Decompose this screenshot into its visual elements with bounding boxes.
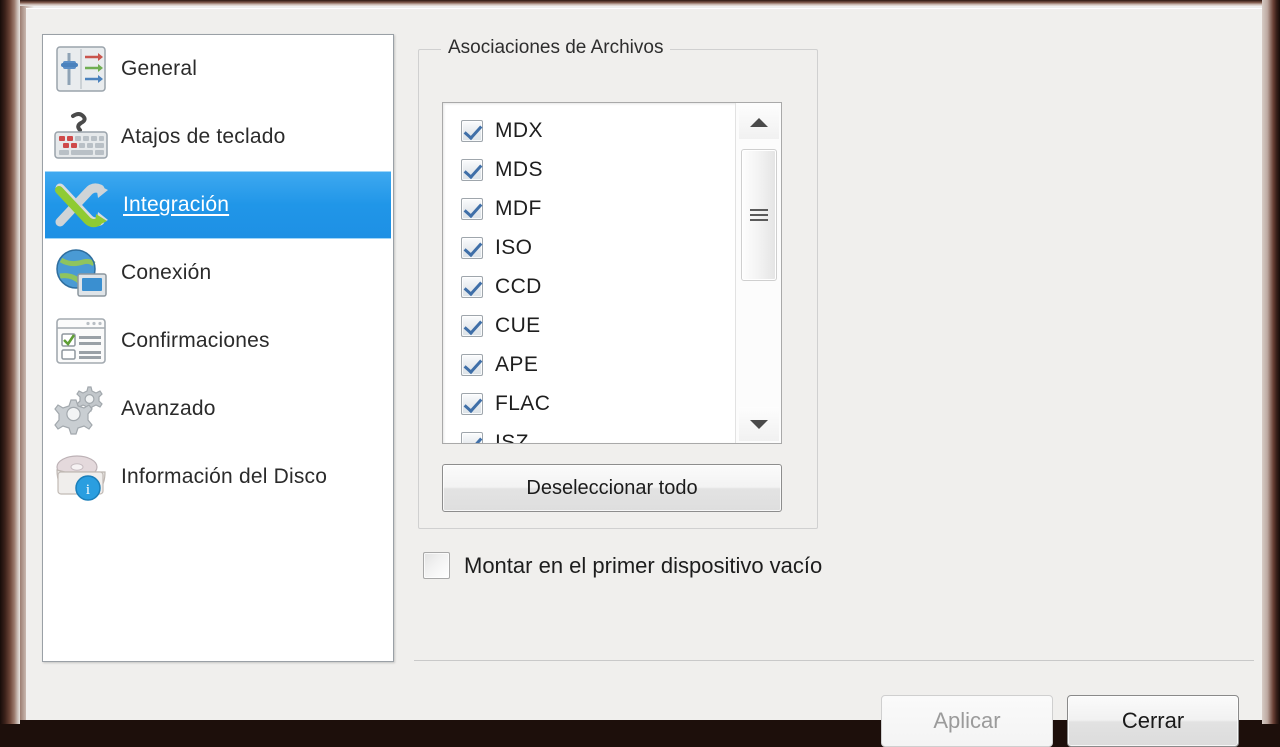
list-item[interactable]: MDX (443, 111, 735, 150)
sidebar-item-integracion[interactable]: Integración (45, 171, 391, 239)
mount-first-empty-label: Montar en el primer dispositivo vacío (450, 553, 822, 579)
checkbox-iso[interactable] (461, 237, 483, 259)
list-item-label: MDF (483, 197, 542, 221)
mount-first-empty-checkbox[interactable] (423, 552, 450, 579)
window-frame-left-border (0, 0, 20, 724)
file-associations-list[interactable]: MDX MDS MDF ISO CCD (442, 102, 782, 444)
list-item[interactable]: MDS (443, 150, 735, 189)
checkbox-cue[interactable] (461, 315, 483, 337)
grip-lines-icon (750, 209, 768, 221)
list-item-label: CUE (483, 314, 541, 338)
list-item-label: APE (483, 353, 538, 377)
list-item[interactable]: ISO (443, 228, 735, 267)
close-button[interactable]: Cerrar (1067, 695, 1239, 747)
sidebar-item-informacion-del-disco[interactable]: i Información del Disco (43, 443, 393, 511)
sidebar-item-label: Avanzado (111, 397, 216, 421)
window-frame-right-border (1262, 0, 1280, 724)
list-item[interactable]: MDF (443, 189, 735, 228)
checkbox-mds[interactable] (461, 159, 483, 181)
sidebar-item-avanzado[interactable]: Avanzado (43, 375, 393, 443)
sidebar-item-label: Confirmaciones (111, 329, 270, 353)
deselect-all-button[interactable]: Deseleccionar todo (442, 464, 782, 512)
list-scrollbar[interactable] (735, 103, 781, 443)
checkbox-flac[interactable] (461, 393, 483, 415)
checkbox-isz[interactable] (461, 432, 483, 445)
apply-button[interactable]: Aplicar (881, 695, 1053, 747)
list-item-label: MDS (483, 158, 543, 182)
list-item-label: ISZ (483, 431, 529, 445)
scroll-up-arrow (750, 118, 768, 127)
globe-monitor-icon (51, 245, 111, 301)
desktop-background: General (0, 0, 1280, 720)
footer-divider (414, 660, 1254, 661)
checkbox-ape[interactable] (461, 354, 483, 376)
list-item-label: CCD (483, 275, 542, 299)
checkbox-mdx[interactable] (461, 120, 483, 142)
groupbox-title: Asociaciones de Archivos (441, 37, 670, 59)
sidebar-item-general[interactable]: General (43, 35, 393, 103)
list-item[interactable]: APE (443, 345, 735, 384)
sidebar-item-label: Integración (113, 193, 229, 217)
file-associations-list-items[interactable]: MDX MDS MDF ISO CCD (443, 103, 735, 443)
gears-icon (51, 381, 111, 437)
sidebar-item-atajos-de-teclado[interactable]: Atajos de teclado (43, 103, 393, 171)
list-item-label: FLAC (483, 392, 550, 416)
list-item[interactable]: CCD (443, 267, 735, 306)
sidebar-item-label: Atajos de teclado (111, 125, 286, 149)
disc-info-icon: i (51, 449, 111, 505)
window-frame-top-border (20, 0, 1262, 6)
preferences-dialog: General (26, 8, 1262, 720)
list-item[interactable]: FLAC (443, 384, 735, 423)
keyboard-icon (51, 109, 111, 165)
chevron-down-icon[interactable] (739, 407, 779, 441)
list-item-label: MDX (483, 119, 543, 143)
shuffle-arrows-icon (53, 177, 113, 233)
list-item[interactable]: CUE (443, 306, 735, 345)
checkbox-ccd[interactable] (461, 276, 483, 298)
sidebar-item-conexion[interactable]: Conexión (43, 239, 393, 307)
checklist-icon (51, 313, 111, 369)
sidebar-item-confirmaciones[interactable]: Confirmaciones (43, 307, 393, 375)
list-item[interactable]: ISZ (443, 423, 735, 444)
chevron-up-icon[interactable] (739, 105, 779, 139)
sidebar-item-label: Información del Disco (111, 465, 327, 489)
sidebar-item-label: Conexión (111, 261, 211, 285)
list-item-label: ISO (483, 236, 532, 260)
mount-first-empty-device-row[interactable]: Montar en el primer dispositivo vacío (423, 552, 822, 579)
scroll-down-arrow (750, 420, 768, 429)
checkbox-mdf[interactable] (461, 198, 483, 220)
sliders-icon (51, 41, 111, 97)
svg-text:i: i (86, 482, 90, 498)
sidebar-item-label: General (111, 57, 197, 81)
settings-category-list[interactable]: General (42, 34, 394, 662)
scrollbar-thumb[interactable] (741, 149, 777, 281)
